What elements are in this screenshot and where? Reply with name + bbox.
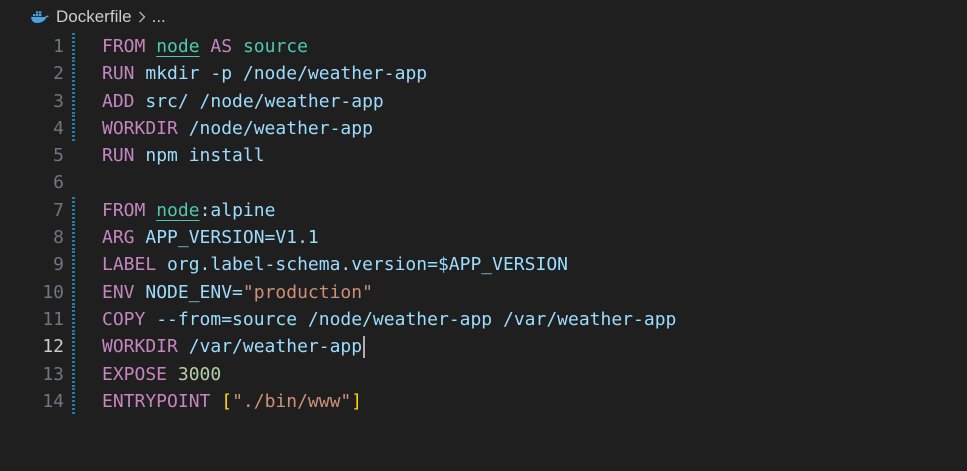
code-token: RUN <box>102 63 135 85</box>
gutter-change-marker[interactable] <box>72 278 75 306</box>
code-token: src/ /node/weather-app <box>134 90 384 112</box>
line-text: ENV NODE_ENV="production" <box>102 279 373 306</box>
code-token: ENTRYPOINT <box>102 390 211 412</box>
code-line[interactable]: 3 ADD src/ /node/weather-app <box>0 87 967 115</box>
code-line[interactable]: 12 WORKDIR /var/weather-app <box>0 333 967 361</box>
code-token: [ <box>221 390 233 412</box>
code-line[interactable]: 5 RUN npm install <box>0 142 967 169</box>
line-number: 4 <box>53 117 64 139</box>
code-token: FROM <box>102 36 146 57</box>
gutter-change-marker[interactable] <box>72 333 75 361</box>
code-token: ] <box>351 390 363 412</box>
line-number: 1 <box>53 36 64 57</box>
code-token: LABEL <box>102 254 157 276</box>
code-token: :alpine <box>199 199 276 221</box>
code-token: NODE_ENV= <box>134 281 243 303</box>
editor-window: Dockerfile ... 1 FROM node AS source 2 RUN … <box>0 0 967 471</box>
code-token: ENV <box>102 281 135 303</box>
line-text: FROM node:alpine <box>102 197 275 224</box>
docker-whale-icon[interactable] <box>30 10 50 24</box>
code-token: WORKDIR <box>102 117 178 139</box>
code-token: ADD <box>102 90 135 112</box>
line-number: 5 <box>53 145 64 167</box>
code-token: 3000 <box>177 363 222 385</box>
line-number: 10 <box>42 281 64 303</box>
line-text: ENTRYPOINT ["./bin/www"] <box>102 388 362 415</box>
code-token: /node/weather-app <box>177 117 373 139</box>
code-line[interactable]: 4 WORKDIR /node/weather-app <box>0 114 967 143</box>
code-line[interactable]: 6 <box>0 169 967 196</box>
code-token: "production" <box>242 281 373 303</box>
code-token: EXPOSE <box>102 363 168 385</box>
gutter-change-marker[interactable] <box>72 114 75 143</box>
code-line[interactable]: 7 FROM node:alpine <box>0 196 967 225</box>
code-token: node <box>156 199 200 221</box>
code-token: WORKDIR <box>102 336 178 358</box>
line-text: RUN npm install <box>102 142 265 169</box>
code-line[interactable]: 10 ENV NODE_ENV="production" <box>0 278 967 306</box>
line-text: COPY --from=source /node/weather-app /va… <box>102 306 676 333</box>
code-token: "./bin/www" <box>232 390 352 412</box>
code-line[interactable]: 8 ARG APP_VERSION=V1.1 <box>0 224 967 252</box>
code-line[interactable]: 11 COPY --from=source /node/weather-app /… <box>0 305 967 334</box>
line-number: 3 <box>53 90 64 112</box>
code-token: COPY <box>102 308 146 330</box>
line-number: 14 <box>42 390 64 412</box>
line-text: RUN mkdir -p /node/weather-app <box>102 60 427 87</box>
breadcrumb: Dockerfile ... <box>0 0 967 34</box>
line-number: 7 <box>53 199 64 221</box>
line-number: 6 <box>53 172 64 194</box>
code-token: ARG <box>102 227 135 249</box>
gutter-change-marker[interactable] <box>72 224 75 252</box>
code-token: source <box>242 36 308 57</box>
line-text: EXPOSE 3000 <box>102 361 221 388</box>
line-text: LABEL org.label-schema.version=$APP_VERS… <box>102 251 568 278</box>
gutter-change-marker[interactable] <box>72 360 75 388</box>
code-line[interactable]: 1 FROM node AS source <box>0 33 967 61</box>
code-line[interactable]: 9 LABEL org.label-schema.version=$APP_VER… <box>0 251 967 279</box>
code-token: AS <box>210 36 233 57</box>
breadcrumb-more[interactable]: ... <box>152 7 166 27</box>
line-number: 13 <box>42 363 64 385</box>
gutter-change-marker[interactable] <box>72 305 75 334</box>
code-token: APP_VERSION=V1.1 <box>134 227 319 249</box>
code-line[interactable]: 2 RUN mkdir -p /node/weather-app <box>0 60 967 88</box>
code-token: /var/weather-app <box>177 336 363 358</box>
line-text: WORKDIR /var/weather-app <box>102 333 366 360</box>
code-area[interactable]: 1 FROM node AS source 2 RUN mkdir -p /node/… <box>0 33 967 416</box>
code-token: node <box>156 36 200 57</box>
code-token: --from=source /node/weather-app /var/wea… <box>145 308 677 330</box>
gutter-change-marker[interactable] <box>72 33 75 61</box>
code-token: npm install <box>134 145 265 167</box>
code-line[interactable]: 14 ENTRYPOINT ["./bin/www"] <box>0 387 967 416</box>
text-cursor <box>363 336 366 359</box>
line-number: 11 <box>42 308 64 330</box>
chevron-right-icon <box>138 11 146 23</box>
line-number: 2 <box>53 63 64 85</box>
line-number: 12 <box>42 336 64 358</box>
line-text: ADD src/ /node/weather-app <box>102 88 384 115</box>
breadcrumb-file-name[interactable]: Dockerfile <box>56 7 132 27</box>
code-line[interactable]: 13 EXPOSE 3000 <box>0 360 967 388</box>
gutter-change-marker[interactable] <box>72 251 75 279</box>
code-token: org.label-schema.version=$APP_VERSION <box>156 254 568 276</box>
gutter-change-marker[interactable] <box>72 87 75 115</box>
gutter-change-marker[interactable] <box>72 196 75 225</box>
line-number: 8 <box>53 227 64 249</box>
gutter-change-marker[interactable] <box>72 387 75 416</box>
code-token: mkdir -p /node/weather-app <box>134 63 428 85</box>
line-text: FROM node AS source <box>102 33 308 60</box>
code-token: FROM <box>102 199 146 221</box>
gutter-change-marker[interactable] <box>72 60 75 88</box>
line-text: WORKDIR /node/weather-app <box>102 115 373 142</box>
line-text: ARG APP_VERSION=V1.1 <box>102 224 319 251</box>
line-number: 9 <box>53 254 64 276</box>
code-token: RUN <box>102 145 135 167</box>
